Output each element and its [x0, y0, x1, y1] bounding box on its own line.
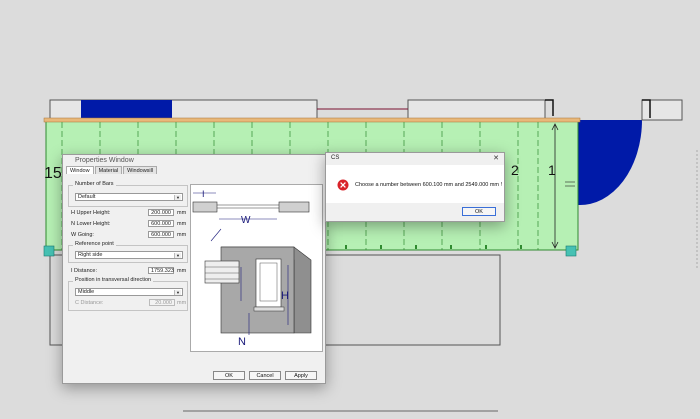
- plan-wall-left: [192, 201, 218, 213]
- upper-height-input[interactable]: 200.000: [148, 209, 174, 216]
- bars-detail: [204, 260, 240, 284]
- plan-wall-right: [278, 201, 310, 213]
- number-of-bars-label: Number of Bars: [73, 181, 116, 187]
- number-of-bars-select[interactable]: Default ▼: [75, 193, 183, 201]
- wall-top-beam: [43, 117, 581, 123]
- ok-button[interactable]: OK: [213, 371, 245, 380]
- transversal-position-value: Middle: [78, 289, 95, 295]
- c-distance-label: C Distance:: [75, 300, 104, 306]
- tab-window[interactable]: Window: [66, 166, 94, 174]
- c-distance-unit: mm: [177, 300, 187, 306]
- message-box-body: Choose a number between 600.100 mm and 2…: [326, 165, 504, 203]
- wall-number-2: 2: [511, 162, 519, 178]
- number-of-bars-group: Number of Bars Default ▼: [68, 181, 188, 207]
- reference-point-group: Reference point Right side ▼: [68, 241, 188, 263]
- reference-point-value: Right side: [78, 252, 103, 258]
- apply-button[interactable]: Apply: [285, 371, 317, 380]
- i-distance-unit: mm: [177, 268, 187, 274]
- lower-height-input[interactable]: 600.000: [148, 220, 174, 227]
- c-distance-input: 20.000: [149, 299, 175, 306]
- tab-windowsill[interactable]: Windowsill: [123, 166, 158, 174]
- diagram-label-h: H: [281, 290, 289, 302]
- diagram-label-n: N: [238, 336, 246, 348]
- message-box-footer: OK: [326, 203, 504, 221]
- transversal-position-label: Position in transversal direction: [73, 277, 154, 283]
- i-distance-input[interactable]: 1759.323: [148, 267, 174, 274]
- chevron-down-icon[interactable]: ▼: [174, 290, 181, 295]
- message-box-title: CS: [331, 155, 340, 161]
- properties-tabs: Window Material Windowsill: [66, 166, 158, 175]
- window-diagram: I W H N: [190, 184, 323, 352]
- lower-height-unit: mm: [177, 221, 187, 227]
- error-icon: [337, 179, 349, 191]
- window-diagram-graphic: I W H N: [192, 189, 312, 348]
- wall-number-left: 15: [44, 165, 62, 182]
- teal-marker-right[interactable]: [565, 245, 577, 257]
- reference-point-select[interactable]: Right side ▼: [75, 251, 183, 259]
- reference-point-label: Reference point: [73, 241, 116, 247]
- message-ok-button[interactable]: OK: [462, 207, 496, 216]
- going-label: W Going:: [71, 232, 94, 238]
- windowsill: [253, 306, 285, 312]
- number-of-bars-value: Default: [78, 194, 96, 200]
- cancel-button[interactable]: Cancel: [249, 371, 281, 380]
- upper-height-unit: mm: [177, 210, 187, 216]
- corner-bracket: [545, 99, 554, 116]
- diagram-label-w: W: [241, 215, 251, 226]
- chevron-down-icon[interactable]: ▼: [174, 253, 181, 258]
- close-icon[interactable]: ✕: [493, 154, 499, 162]
- door-swing-arc: [578, 120, 642, 206]
- message-text: Choose a number between 600.100 mm and 2…: [355, 182, 503, 188]
- going-unit: mm: [177, 232, 187, 238]
- properties-window[interactable]: Properties Window Window Material Window…: [62, 154, 326, 384]
- tab-material[interactable]: Material: [94, 166, 123, 174]
- upper-height-label: H Upper Height:: [71, 210, 111, 216]
- i-distance-label: I Distance:: [71, 268, 97, 274]
- message-box[interactable]: CS ✕ Choose a number between 600.100 mm …: [325, 152, 505, 222]
- diagram-label-i: I: [202, 189, 205, 199]
- transversal-position-group: Position in transversal direction Middle…: [68, 277, 188, 311]
- properties-window-title: Properties Window: [75, 157, 134, 164]
- upper-wall-outline-right: [407, 99, 546, 121]
- right-wall-stub: [641, 99, 683, 121]
- teal-marker-left[interactable]: [43, 245, 55, 257]
- going-input[interactable]: 600.000: [148, 231, 174, 238]
- wall-number-1: 1: [548, 162, 556, 178]
- chevron-down-icon[interactable]: ▼: [174, 195, 181, 200]
- blue-window-block: [81, 100, 172, 120]
- transversal-position-select[interactable]: Middle ▼: [75, 288, 183, 296]
- lower-height-label: N Lower Height:: [71, 221, 111, 227]
